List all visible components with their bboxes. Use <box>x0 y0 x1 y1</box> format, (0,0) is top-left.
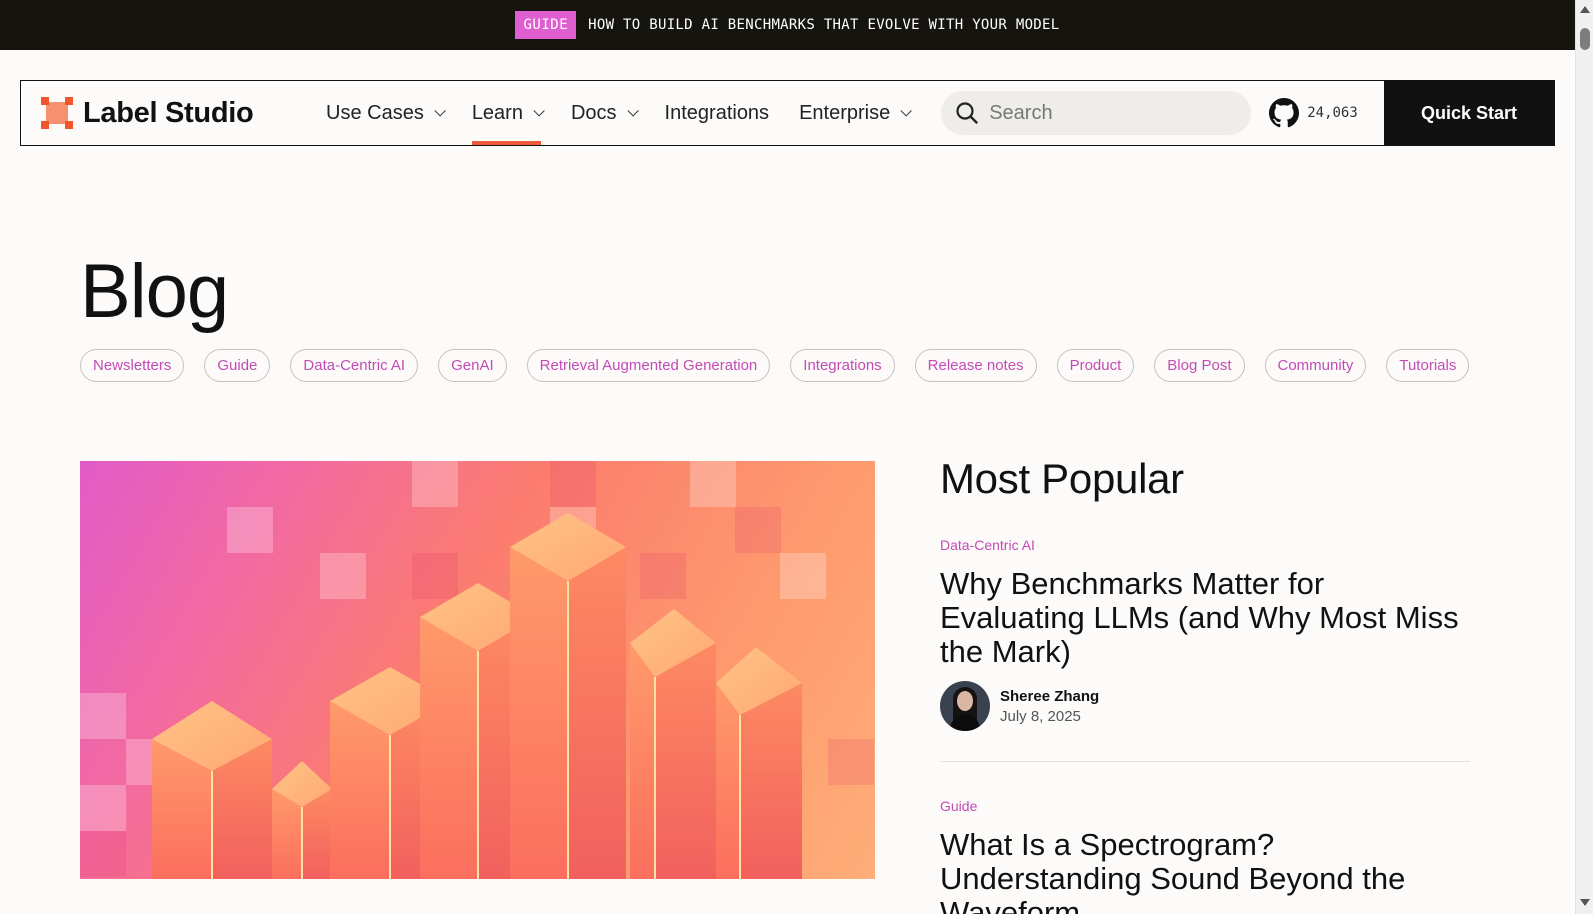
most-popular-heading: Most Popular <box>940 455 1184 502</box>
nav-item-learn[interactable]: Learn <box>457 81 556 145</box>
chevron-down-icon <box>900 105 912 117</box>
github-stars-link[interactable]: 24,063 <box>1269 81 1358 145</box>
chevron-down-icon <box>627 105 639 117</box>
search-input[interactable] <box>989 101 1230 125</box>
nav-item-docs[interactable]: Docs <box>556 81 650 145</box>
divider <box>940 761 1470 762</box>
quick-start-button[interactable]: Quick Start <box>1384 81 1554 145</box>
tag-community[interactable]: Community <box>1264 349 1367 382</box>
post-title[interactable]: What Is a Spectrogram? Understanding Sou… <box>940 828 1470 914</box>
avatar <box>940 681 990 731</box>
author-name: Sheree Zhang <box>1000 687 1100 705</box>
category-tags: Newsletters Guide Data-Centric AI GenAI … <box>80 349 1470 382</box>
github-star-count: 24,063 <box>1307 105 1358 121</box>
post-date: July 8, 2025 <box>1000 707 1081 725</box>
main-nav: Label Studio Use Cases Learn Docs Integr… <box>20 80 1555 146</box>
tag-release-notes[interactable]: Release notes <box>914 349 1037 382</box>
tag-guide[interactable]: Guide <box>204 349 271 382</box>
post-author: Sheree Zhang July 8, 2025 <box>940 681 1470 731</box>
nav-item-label: Use Cases <box>326 101 424 124</box>
announcement-bar[interactable]: GUIDE HOW TO BUILD AI BENCHMARKS THAT EV… <box>0 0 1575 50</box>
search-box[interactable] <box>941 91 1252 135</box>
nav-item-label: Docs <box>570 101 617 124</box>
announcement-message[interactable]: HOW TO BUILD AI BENCHMARKS THAT EVOLVE W… <box>588 17 1059 33</box>
tag-rag[interactable]: Retrieval Augmented Generation <box>526 349 771 382</box>
post-category[interactable]: Guide <box>940 798 1470 814</box>
tag-genai[interactable]: GenAI <box>438 349 507 382</box>
tag-integrations[interactable]: Integrations <box>790 349 895 382</box>
search-icon <box>956 102 978 124</box>
tag-newsletters[interactable]: Newsletters <box>80 349 185 382</box>
scroll-up-arrow[interactable] <box>1580 6 1590 13</box>
brand-logo[interactable]: Label Studio <box>21 81 311 145</box>
post-category[interactable]: Data-Centric AI <box>940 537 1470 553</box>
scroll-down-arrow[interactable] <box>1580 899 1590 906</box>
bar-graph-illustration <box>80 461 874 879</box>
announcement-tag: GUIDE <box>515 11 577 39</box>
tag-tutorials[interactable]: Tutorials <box>1386 349 1470 382</box>
chevron-down-icon <box>533 105 545 117</box>
nav-item-label: Enterprise <box>799 101 891 124</box>
nav-item-integrations[interactable]: Integrations <box>650 81 785 145</box>
tag-data-centric-ai[interactable]: Data-Centric AI <box>290 349 419 382</box>
label-studio-logo-icon <box>41 97 73 129</box>
nav-menu: Use Cases Learn Docs Integrations Enterp… <box>311 81 923 145</box>
nav-item-label: Integrations <box>664 101 770 124</box>
nav-item-enterprise[interactable]: Enterprise <box>784 81 923 145</box>
chevron-down-icon <box>434 105 446 117</box>
github-icon <box>1269 98 1300 128</box>
nav-item-label: Learn <box>471 101 523 124</box>
page-title: Blog <box>80 249 229 334</box>
tag-product[interactable]: Product <box>1056 349 1135 382</box>
most-popular-section: Most Popular Data-Centric AI Why Benchma… <box>940 455 1470 914</box>
featured-post-image[interactable] <box>80 461 875 879</box>
tag-blog-post[interactable]: Blog Post <box>1154 349 1245 382</box>
nav-item-use-cases[interactable]: Use Cases <box>311 81 457 145</box>
brand-name: Label Studio <box>83 96 254 129</box>
page-scrollbar[interactable] <box>1575 0 1593 914</box>
scrollbar-thumb[interactable] <box>1580 28 1590 50</box>
post-title[interactable]: Why Benchmarks Matter for Evaluating LLM… <box>940 567 1470 669</box>
